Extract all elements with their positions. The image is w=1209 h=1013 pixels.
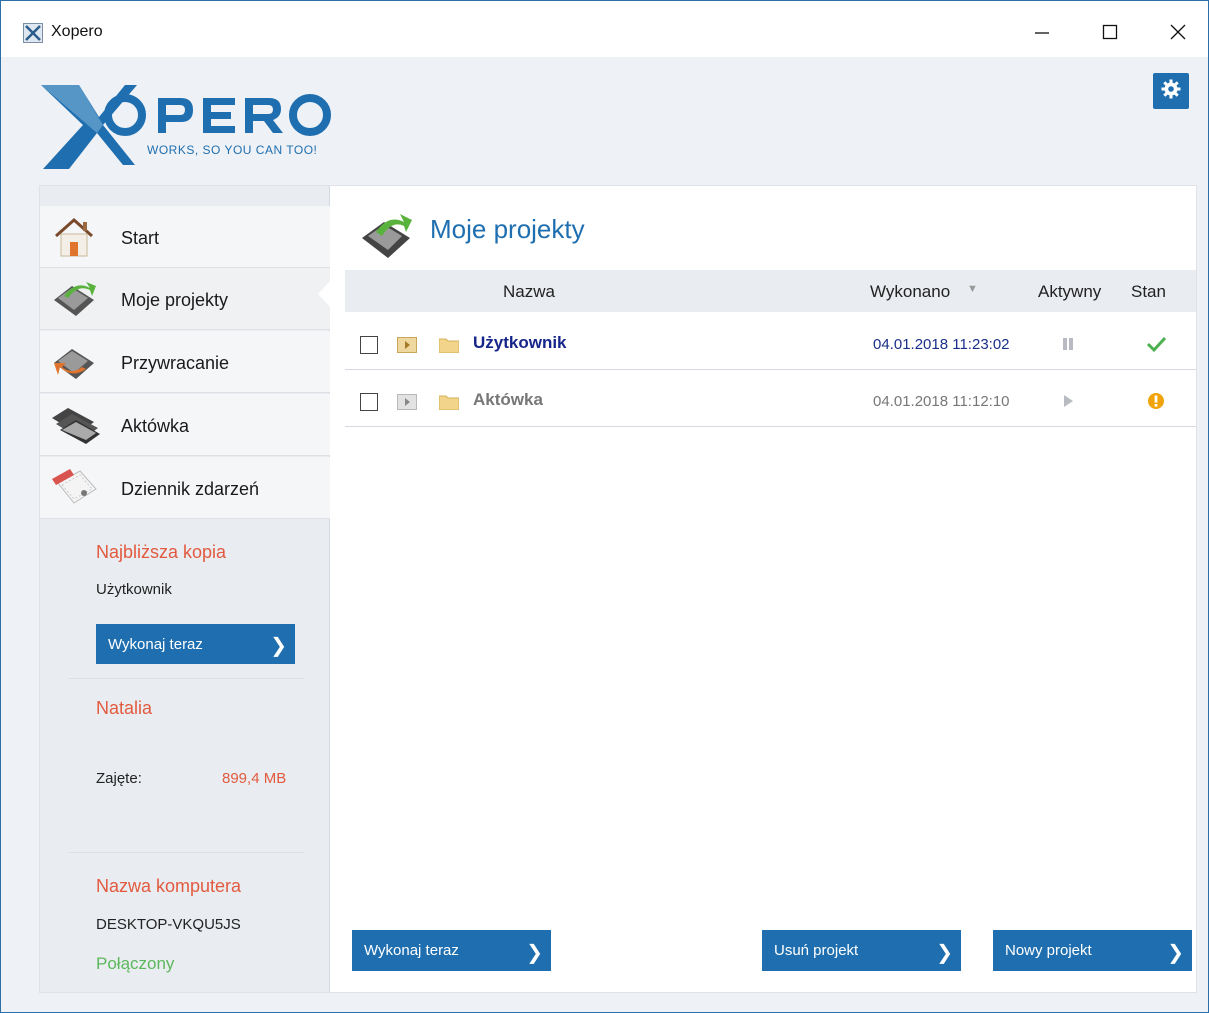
run-project-icon[interactable] — [397, 394, 417, 410]
briefcase-icon — [50, 404, 100, 446]
new-project-button[interactable]: Nowy projekt ❯ — [993, 930, 1192, 971]
sidebar-run-now-button[interactable]: Wykonaj teraz ❯ — [96, 624, 295, 664]
computer-name: DESKTOP-VKQU5JS — [96, 916, 241, 933]
close-button[interactable] — [1155, 13, 1201, 51]
check-icon — [1145, 333, 1167, 355]
project-date: 04.01.2018 11:23:02 — [873, 336, 1010, 353]
sidebar-item-briefcase[interactable]: Aktówka — [40, 394, 330, 456]
xopero-logo: WORKS, SO YOU CAN TOO! — [39, 79, 339, 169]
sidebar-item-start[interactable]: Start — [40, 206, 330, 268]
play-icon[interactable] — [1061, 393, 1075, 409]
column-header-done[interactable]: Wykonano — [870, 282, 950, 302]
computer-name-title: Nazwa komputera — [96, 876, 242, 896]
used-space-label: Zajęte: — [96, 770, 142, 787]
app-header: WORKS, SO YOU CAN TOO! — [1, 57, 1208, 185]
projects-icon — [360, 210, 412, 262]
folder-icon — [438, 394, 460, 411]
project-name[interactable]: Aktówka — [473, 390, 543, 410]
used-space-value: 899,4 MB — [222, 770, 287, 787]
chevron-right-icon: ❯ — [1167, 942, 1184, 964]
divider — [68, 678, 304, 679]
main-container: Start Moje projekty Przywracanie Aktówka… — [39, 185, 1197, 993]
folder-icon — [438, 337, 460, 354]
sidebar-item-event-log[interactable]: Dziennik zdarzeń — [40, 457, 330, 519]
event-log-icon — [50, 467, 98, 509]
table-row[interactable]: Użytkownik 04.01.2018 11:23:02 — [345, 314, 1196, 370]
delete-project-button[interactable]: Usuń projekt ❯ — [762, 930, 961, 971]
sidebar-item-restore[interactable]: Przywracanie — [40, 331, 330, 393]
sidebar-item-label: Przywracanie — [121, 353, 230, 373]
content-panel: Moje projekty Nazwa Wykonano ▼ Aktywny S… — [330, 186, 1196, 992]
minimize-button[interactable] — [1019, 13, 1065, 51]
title-bar: Xopero — [1, 1, 1208, 57]
column-header-name[interactable]: Nazwa — [503, 282, 555, 302]
sidebar-item-label: Aktówka — [121, 416, 190, 436]
project-name[interactable]: Użytkownik — [473, 333, 567, 353]
gear-icon — [1160, 78, 1182, 105]
button-label: Wykonaj teraz — [108, 635, 203, 653]
next-backup-title: Najbliższa kopia — [96, 542, 227, 562]
table-header: Nazwa Wykonano ▼ Aktywny Stan — [345, 270, 1196, 312]
sidebar-item-label: Moje projekty — [121, 290, 229, 310]
sort-down-icon: ▼ — [967, 283, 978, 295]
home-icon — [50, 216, 98, 258]
chevron-right-icon: ❯ — [936, 942, 953, 964]
divider — [68, 852, 304, 853]
column-header-active[interactable]: Aktywny — [1038, 282, 1101, 302]
run-now-button[interactable]: Wykonaj teraz ❯ — [352, 930, 551, 971]
row-checkbox[interactable] — [360, 336, 378, 354]
next-backup-project: Użytkownik — [96, 581, 172, 598]
warning-icon — [1145, 390, 1167, 412]
button-label: Nowy projekt — [1005, 942, 1092, 959]
chevron-right-icon: ❯ — [270, 635, 287, 657]
connection-status: Połączony — [96, 954, 175, 973]
chevron-right-icon: ❯ — [526, 942, 543, 964]
row-checkbox[interactable] — [360, 393, 378, 411]
sidebar-item-label: Start — [121, 228, 160, 248]
app-window: Xopero WORKS, SO YOU CAN TOO! Start Moje… — [0, 0, 1209, 1013]
projects-icon — [50, 278, 98, 320]
page-title: Moje projekty — [430, 214, 585, 244]
pause-icon[interactable] — [1061, 336, 1075, 352]
sidebar-item-label: Dziennik zdarzeń — [121, 479, 260, 499]
window-title: Xopero — [51, 23, 103, 40]
table-row[interactable]: Aktówka 04.01.2018 11:12:10 — [345, 371, 1196, 427]
maximize-button[interactable] — [1087, 13, 1133, 51]
settings-button[interactable] — [1153, 73, 1189, 109]
sidebar-item-my-projects[interactable]: Moje projekty — [40, 268, 330, 330]
restore-icon — [50, 341, 98, 383]
column-header-state[interactable]: Stan — [1131, 282, 1166, 302]
sidebar: Start Moje projekty Przywracanie Aktówka… — [40, 186, 331, 992]
run-project-icon[interactable] — [397, 337, 417, 353]
project-date: 04.01.2018 11:12:10 — [873, 393, 1010, 410]
app-icon — [23, 23, 43, 43]
button-label: Wykonaj teraz — [364, 942, 459, 959]
button-label: Usuń projekt — [774, 942, 859, 959]
logo-tagline: WORKS, SO YOU CAN TOO! — [147, 143, 318, 157]
account-name: Natalia — [96, 698, 153, 718]
